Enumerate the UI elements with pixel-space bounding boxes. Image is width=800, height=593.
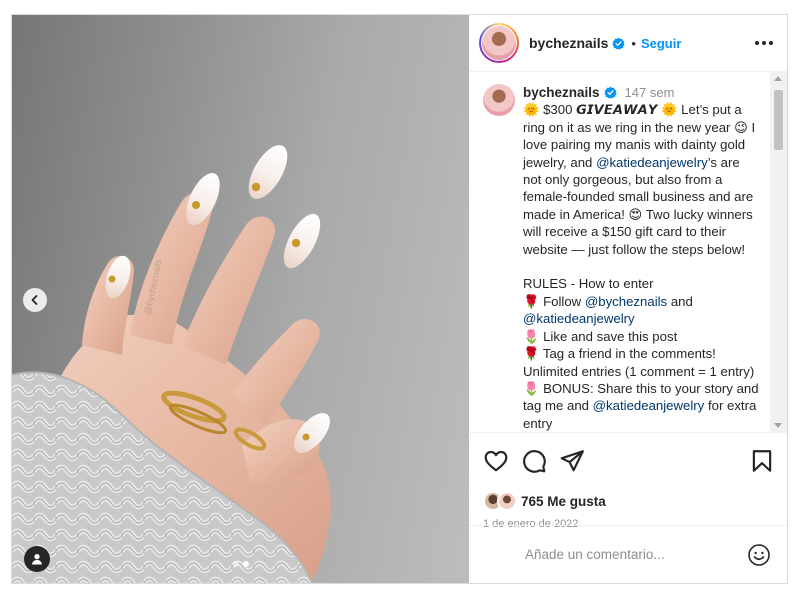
liker-avatar[interactable] (497, 491, 517, 511)
carousel-prev-button[interactable] (23, 288, 47, 312)
likes-count[interactable]: 765 Me gusta (521, 494, 606, 509)
caption-segment: ’s are not only gorgeous, but also from … (523, 154, 754, 309)
caption-body: bycheznails 147 sem 🌞 $300 𝙂𝙄𝙑𝙀𝘼𝙒𝘼𝙔 🌞 Le… (523, 84, 761, 432)
heart-icon[interactable] (483, 448, 509, 474)
user-tag-icon (32, 554, 42, 565)
chevron-left-icon (31, 295, 38, 305)
post-username[interactable]: bycheznails (529, 35, 608, 51)
instagram-post-modal: @bycheznails bycheznails • Seguir bychez… (11, 14, 788, 584)
post-actions-bar (469, 432, 787, 488)
smiley-icon[interactable] (747, 543, 771, 567)
nail-art-photo: @bycheznails (12, 145, 331, 583)
post-header: bycheznails • Seguir (469, 15, 787, 72)
scroll-down-icon[interactable] (774, 423, 782, 428)
caption-segment: 🌞 $300 (523, 102, 577, 118)
post-side-panel: bycheznails • Seguir bycheznails 147 sem… (469, 15, 787, 583)
likes-row[interactable]: 765 Me gusta (469, 488, 787, 514)
scroll-up-icon[interactable] (774, 76, 782, 81)
comment-icon[interactable] (521, 448, 547, 474)
carousel-dot-active (242, 561, 249, 567)
carousel-dot (232, 561, 239, 567)
post-image[interactable]: @bycheznails (12, 15, 469, 583)
mention-link[interactable]: @katiedeanjewelry (596, 155, 708, 170)
user-tag-button[interactable] (24, 546, 50, 572)
caption-timestamp[interactable]: 147 sem (625, 84, 675, 101)
story-ring[interactable] (479, 23, 519, 63)
paper-plane-icon[interactable] (559, 448, 585, 474)
scrollbar-thumb[interactable] (774, 90, 783, 150)
verified-badge-icon (612, 37, 626, 50)
caption-username[interactable]: bycheznails (523, 84, 600, 101)
comment-box (469, 525, 787, 583)
header-separator: • (631, 35, 636, 51)
caption-segment: and (667, 293, 693, 309)
caption-scroll-area[interactable]: bycheznails 147 sem 🌞 $300 𝙂𝙄𝙑𝙀𝘼𝙒𝘼𝙔 🌞 Le… (469, 72, 787, 432)
mention-link[interactable]: @katiedeanjewelry (593, 398, 705, 413)
avatar (482, 26, 516, 60)
more-options-icon[interactable] (755, 41, 773, 45)
caption-scrollbar[interactable] (770, 72, 787, 432)
caption-segment: 𝙂𝙄𝙑𝙀𝘼𝙒𝘼𝙔 (576, 102, 658, 118)
carousel-indicator (12, 561, 469, 567)
caption-text: 🌞 $300 𝙂𝙄𝙑𝙀𝘼𝙒𝘼𝙔 🌞 Let’s put a ring on it… (523, 101, 761, 432)
mention-link[interactable]: @katiedeanjewelry (523, 311, 635, 326)
verified-badge-icon (603, 86, 617, 99)
follow-button[interactable]: Seguir (641, 36, 681, 51)
caption-avatar[interactable] (483, 84, 515, 116)
comment-input[interactable] (485, 547, 747, 562)
caption-header: bycheznails 147 sem (523, 84, 761, 101)
mention-link[interactable]: @bycheznails (585, 294, 667, 309)
bookmark-icon[interactable] (749, 448, 775, 474)
caption-row: bycheznails 147 sem 🌞 $300 𝙂𝙄𝙑𝙀𝘼𝙒𝘼𝙔 🌞 Le… (483, 84, 761, 432)
